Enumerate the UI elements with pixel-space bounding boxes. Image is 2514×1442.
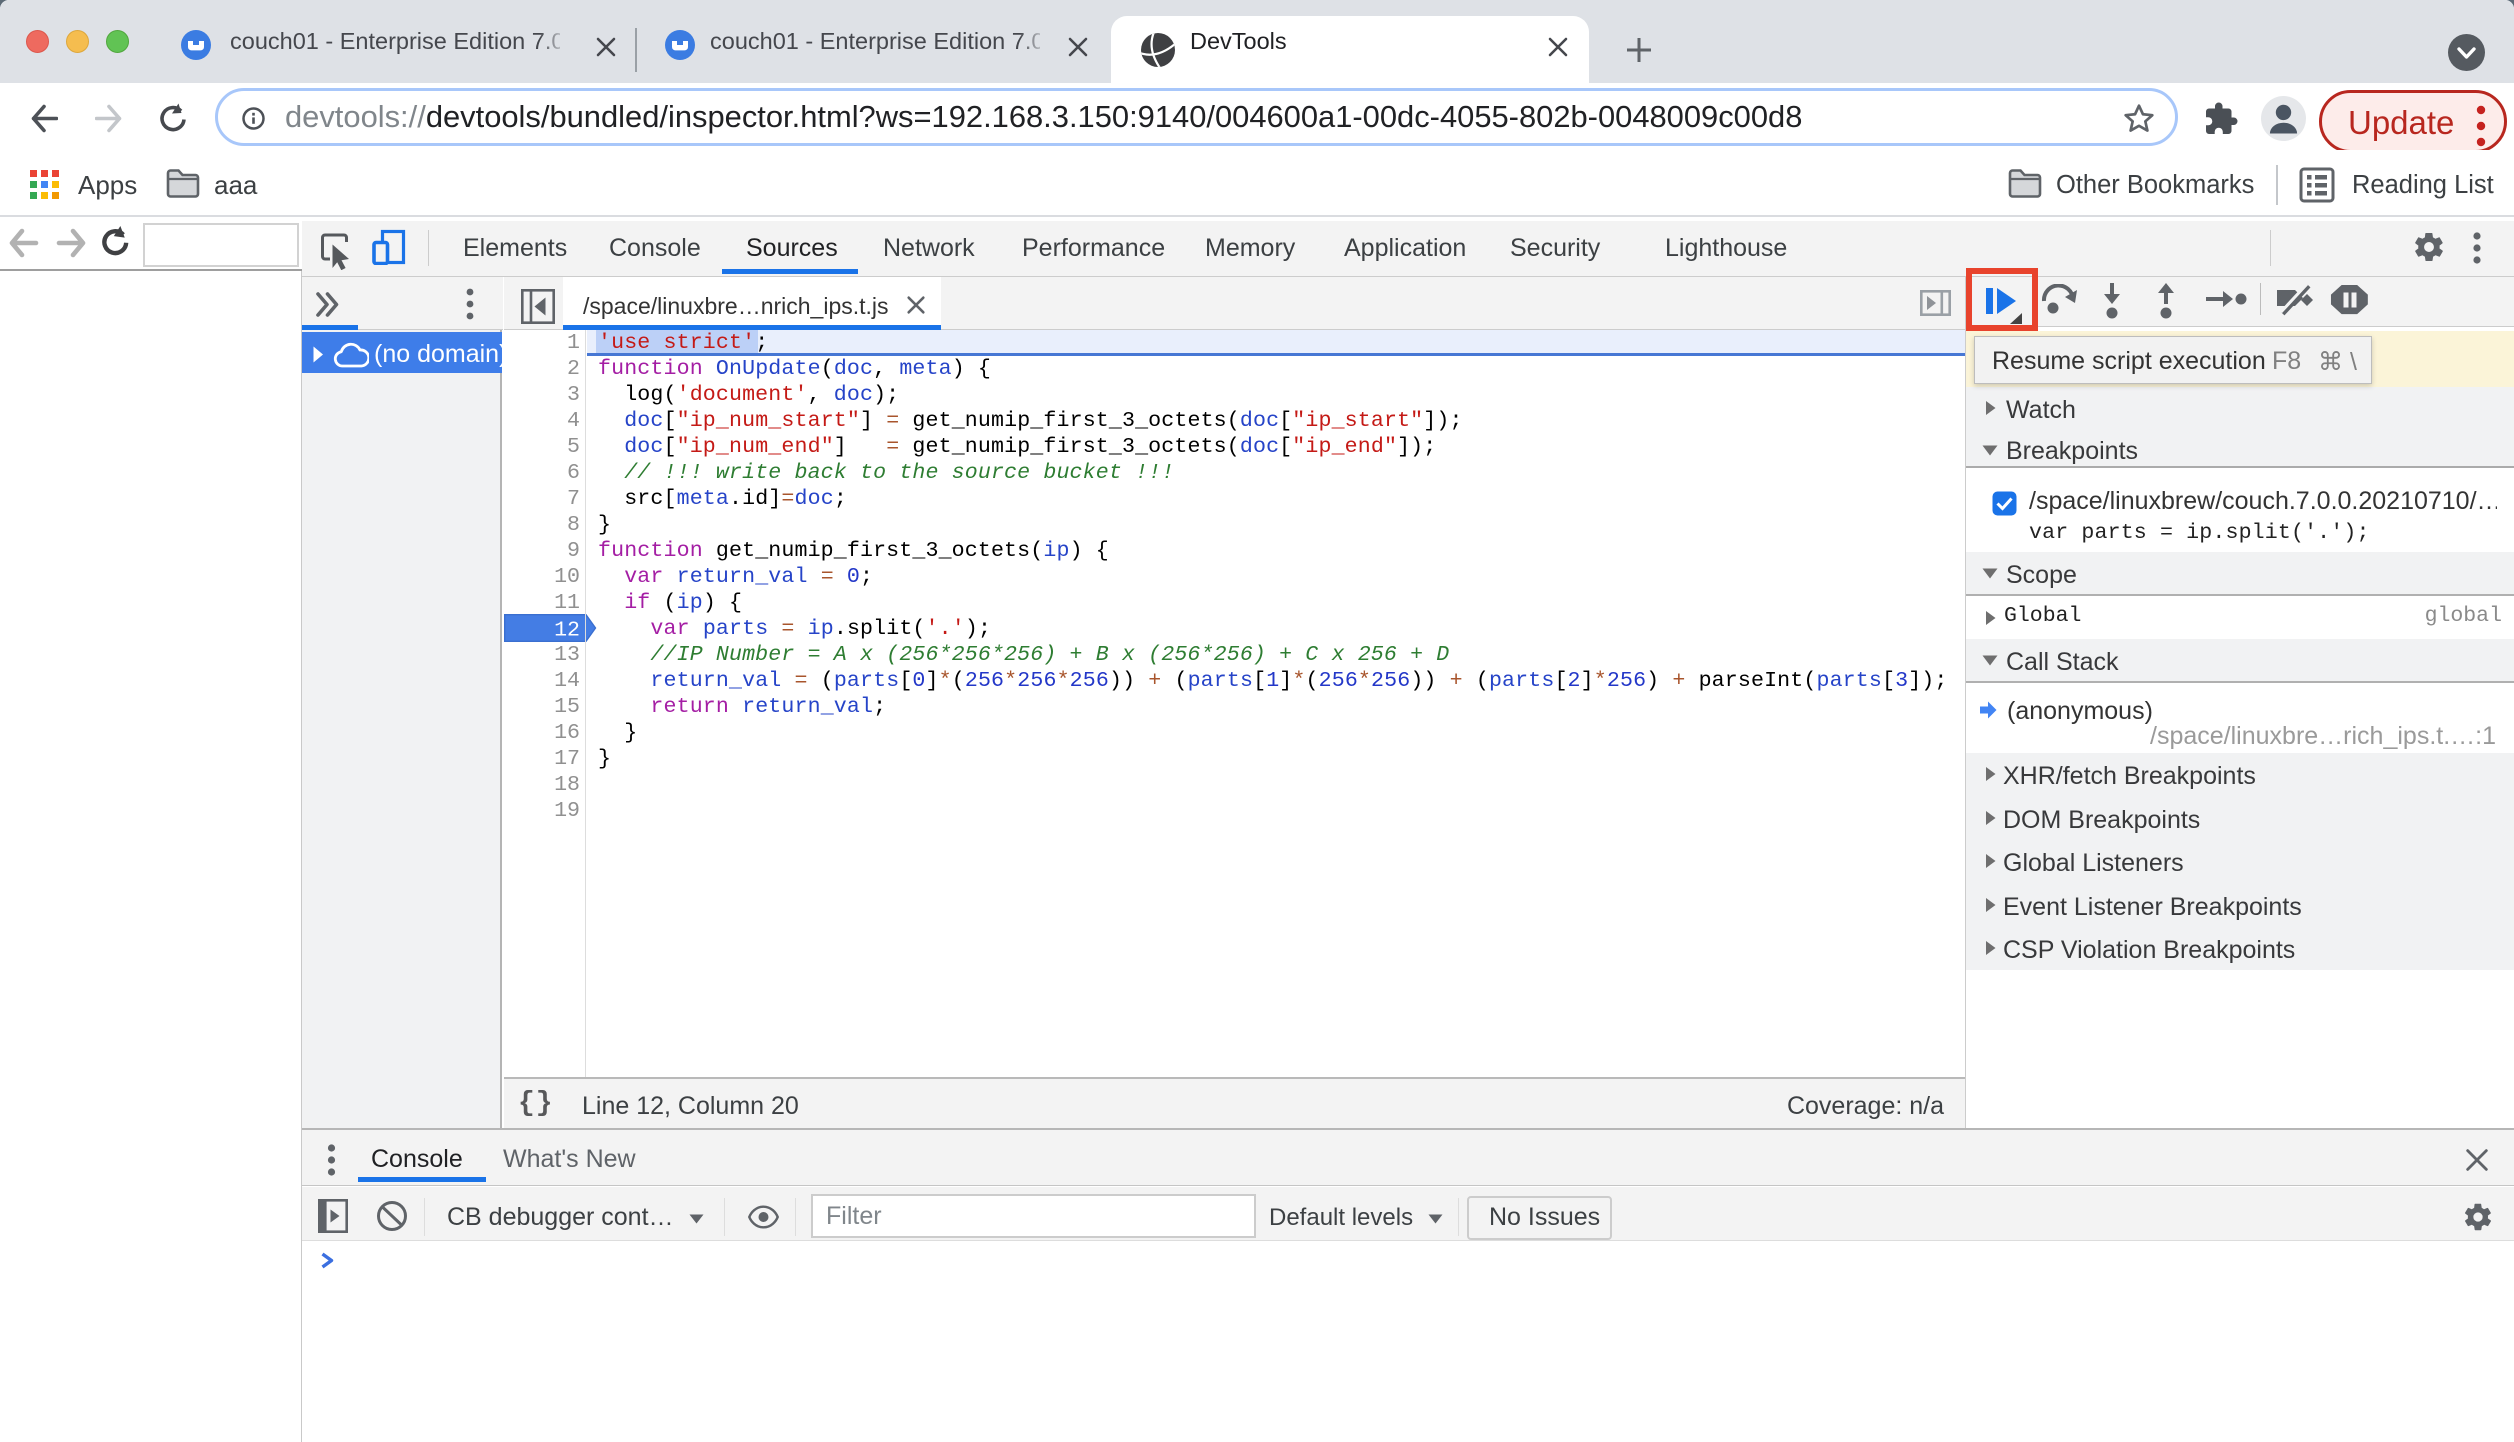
svg-text:12: 12 xyxy=(554,619,580,643)
